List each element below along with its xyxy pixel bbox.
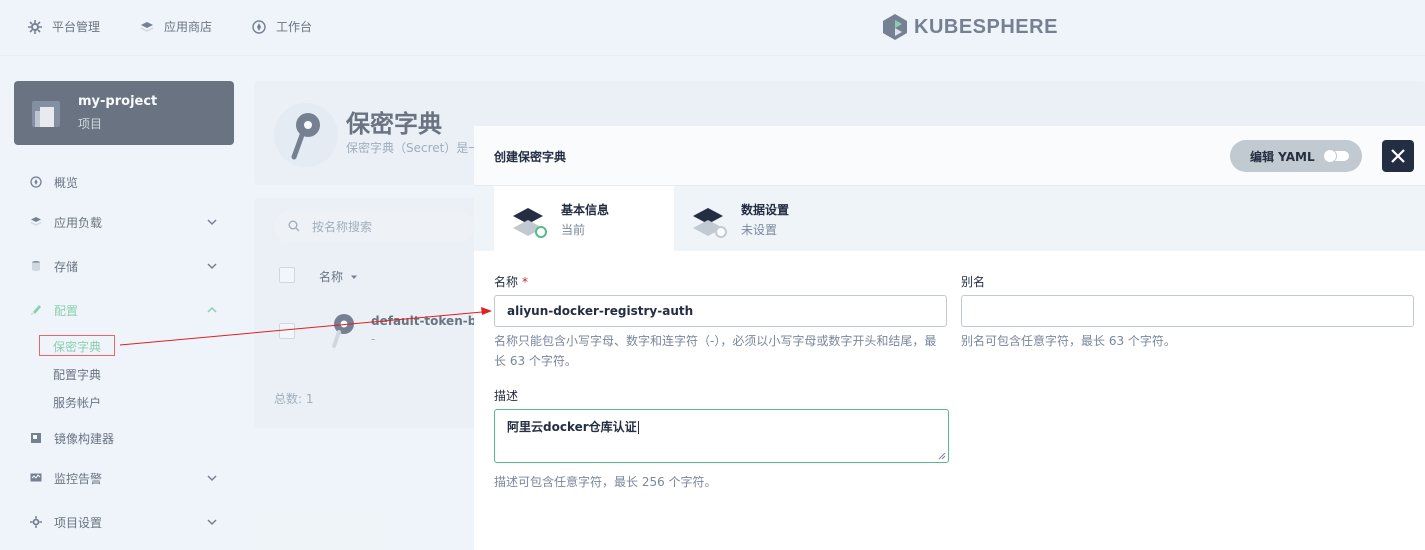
sidebar-item-image-builder[interactable]: 镜像构建器 [30, 428, 226, 448]
monitor-icon [30, 473, 42, 482]
sidebar-item-overview[interactable]: 概览 [30, 172, 226, 192]
chevron-down-icon [207, 475, 217, 482]
kubesphere-logo-icon [883, 14, 907, 40]
nav-app-store-label: 应用商店 [164, 20, 213, 34]
chevron-down-icon [207, 519, 217, 526]
page-title: 保密字典 [346, 110, 442, 138]
alias-field-label: 别名 [961, 275, 986, 289]
toggle-switch-icon [1322, 149, 1349, 163]
sidebar-item-storage[interactable]: 存储 [30, 256, 226, 276]
basic-info-step-icon [513, 208, 547, 238]
select-all-checkbox[interactable] [279, 267, 295, 283]
layers-icon [30, 217, 42, 226]
edit-yaml-toggle-button[interactable]: 编辑 YAML [1230, 140, 1362, 172]
wizard-steps: 基本信息 当前 数据设置 未设置 [474, 186, 1425, 251]
gear-icon [30, 516, 42, 528]
wrench-icon [31, 305, 41, 315]
image-builder-icon [31, 433, 41, 443]
modal-header: 创建保密字典 编辑 YAML [474, 126, 1425, 186]
close-button[interactable] [1382, 140, 1414, 172]
nav-app-store[interactable]: 应用商店 [140, 18, 212, 35]
nav-workbench[interactable]: 工作台 [252, 18, 312, 35]
step-status: 当前 [561, 223, 586, 237]
search-input[interactable]: 按名称搜索 [274, 210, 474, 242]
search-icon [288, 220, 300, 232]
sidebar-item-label: 概览 [54, 175, 79, 190]
kubesphere-logo[interactable]: KUBESPHERE [882, 13, 1058, 41]
modal-title: 创建保密字典 [494, 150, 567, 164]
column-header-label: 名称 [319, 270, 344, 284]
secret-key-icon [332, 314, 354, 348]
sidebar-item-label: 存储 [54, 259, 79, 274]
sidebar-item-config[interactable]: 配置 [30, 300, 226, 320]
table-row-description: - [371, 332, 376, 346]
sidebar-item-label: 监控告警 [54, 471, 103, 486]
description-value: 阿里云docker仓库认证 [507, 420, 637, 434]
sidebar-item-label: 项目设置 [54, 515, 103, 530]
sidebar-subitem-configmaps[interactable]: 配置字典 [53, 366, 101, 383]
alias-input[interactable] [961, 295, 1414, 327]
column-header-name[interactable]: 名称 [319, 268, 359, 285]
search-placeholder: 按名称搜索 [312, 219, 373, 234]
name-input[interactable]: aliyun-docker-registry-auth [494, 295, 947, 327]
sort-caret-icon [351, 275, 358, 279]
chevron-down-icon [207, 263, 217, 270]
project-name: my-project [78, 94, 158, 109]
project-icon [32, 101, 60, 127]
nav-platform-management[interactable]: 平台管理 [28, 18, 100, 35]
chevron-up-icon [207, 306, 217, 313]
sidebar-item-app-workloads[interactable]: 应用负载 [30, 212, 226, 232]
description-field-label: 描述 [494, 389, 519, 403]
step-data-settings[interactable]: 数据设置 未设置 [674, 186, 854, 251]
data-settings-step-icon [693, 208, 727, 238]
top-navbar: 平台管理 应用商店 工作台 KUBESPHERE [0, 0, 1425, 56]
sidebar-item-monitoring[interactable]: 监控告警 [30, 468, 226, 488]
chevron-down-icon [207, 219, 217, 226]
resize-handle-icon[interactable] [938, 452, 946, 460]
sidebar-item-project-settings[interactable]: 项目设置 [30, 512, 226, 532]
compass-icon [30, 176, 42, 188]
name-help-text: 名称只能包含小写字母、数字和连字符（-），必须以小写字母或数字开头和结尾，最长 … [494, 334, 937, 368]
alias-help-text: 别名可包含任意字符，最长 63 个字符。 [961, 334, 1176, 348]
project-card[interactable]: my-project 项目 [14, 81, 234, 145]
nav-workbench-label: 工作台 [276, 20, 313, 34]
step-basic-info[interactable]: 基本信息 当前 [494, 186, 674, 251]
row-checkbox[interactable] [279, 323, 295, 339]
compass-icon [252, 19, 266, 34]
sidebar-item-label: 镜像构建器 [54, 431, 115, 446]
step-status: 未设置 [741, 223, 778, 237]
nav-platform-management-label: 平台管理 [52, 20, 101, 34]
name-field-label: 名称 * [494, 273, 528, 290]
description-help-text: 描述可包含任意字符，最长 256 个字符。 [494, 475, 717, 489]
text-cursor [637, 421, 639, 434]
database-icon [32, 261, 40, 271]
description-textarea[interactable]: 阿里云docker仓库认证 [494, 409, 949, 463]
gear-icon [28, 19, 42, 34]
sidebar-item-label: 应用负载 [54, 215, 103, 230]
step-title: 基本信息 [561, 203, 610, 217]
name-label-text: 名称 [494, 275, 519, 289]
sidebar-item-label: 配置 [54, 303, 79, 318]
create-secret-modal: 创建保密字典 编辑 YAML 基本信息 当前 数据设置 未设置 名称 * ali… [474, 126, 1425, 550]
annotation-highlight-box [39, 335, 115, 356]
layers-icon [140, 21, 154, 32]
sidebar-subitem-service-accounts[interactable]: 服务帐户 [53, 394, 101, 411]
page-description: 保密字典（Secret）是一 [346, 141, 481, 155]
total-count: 总数: 1 [274, 392, 314, 406]
logo-text: KUBESPHERE [914, 15, 1058, 38]
close-icon [1391, 149, 1405, 163]
project-type: 项目 [78, 117, 103, 131]
secret-key-icon [274, 103, 338, 167]
step-title: 数据设置 [741, 203, 790, 217]
edit-yaml-label: 编辑 YAML [1250, 149, 1315, 164]
required-mark: * [522, 275, 529, 289]
